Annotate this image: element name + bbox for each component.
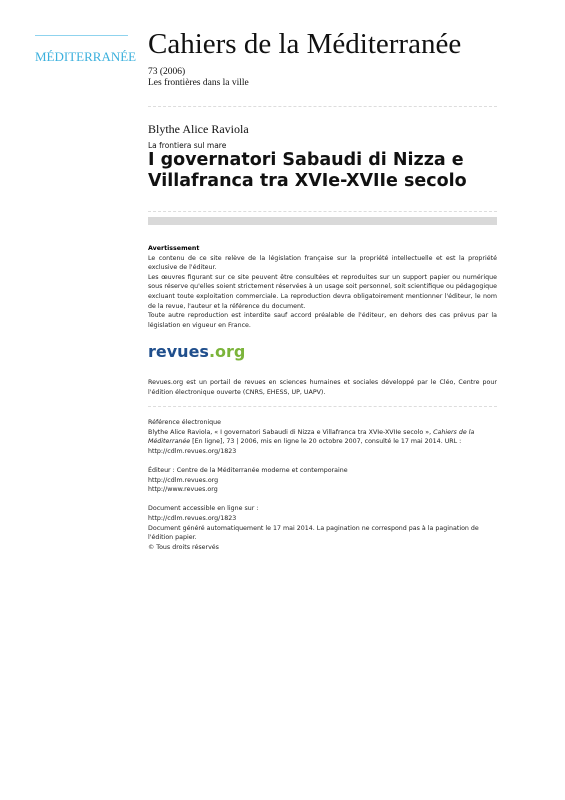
journal-title: Cahiers de la Méditerranée — [148, 28, 462, 60]
author: Blythe Alice Raviola — [148, 122, 249, 136]
pdf-cover-page: MÉDITERRANÉE Cahiers de la Méditerranée … — [0, 0, 565, 800]
revues-logo[interactable]: revues.org — [148, 342, 245, 361]
reference-block: Référence électronique Blythe Alice Ravi… — [148, 418, 497, 552]
warning-paragraph: Toute autre reproduction est interdite s… — [148, 312, 497, 329]
gray-bar — [148, 217, 497, 225]
article-title: I governatori Sabaudi di Nizza e Villafr… — [148, 150, 467, 191]
divider — [148, 406, 497, 407]
citation-text: [En ligne], 73 | 2006, mis en ligne le 2… — [148, 438, 462, 455]
revues-description: Revues.org est un portail de revues en s… — [148, 379, 497, 396]
logo-divider — [35, 35, 128, 36]
citation: Blythe Alice Raviola, « I governatori Sa… — [148, 428, 497, 457]
warning-heading: Avertissement — [148, 245, 200, 252]
access-link[interactable]: http://cdlm.revues.org/1823 — [148, 514, 497, 524]
access-label: Document accessible en ligne sur : — [148, 505, 259, 513]
warning-paragraph: Le contenu de ce site relève de la légis… — [148, 254, 497, 272]
divider — [148, 106, 497, 107]
journal-logo: MÉDITERRANÉE — [35, 49, 137, 64]
warning-block: Avertissement Le contenu de ce site relè… — [148, 244, 497, 330]
issue-number: 73 (2006) — [148, 67, 186, 77]
publisher-link[interactable]: http://cdlm.revues.org — [148, 476, 497, 486]
issue-theme: Les frontières dans la ville — [148, 78, 249, 88]
reference-heading: Référence électronique — [148, 419, 222, 426]
publisher-link[interactable]: http://www.revues.org — [148, 485, 497, 495]
publisher: Éditeur : Centre de la Méditerranée mode… — [148, 466, 348, 474]
rights: © Tous droits réservés — [148, 543, 219, 551]
logo-part: .org — [208, 342, 246, 361]
article-subtitle: La frontiera sul mare — [148, 141, 227, 150]
warning-paragraph: Les œuvres figurant sur ce site peuvent … — [148, 273, 497, 310]
logo-part: revues — [148, 342, 209, 361]
divider — [148, 211, 497, 212]
citation-text: Blythe Alice Raviola, « I governatori Sa… — [148, 428, 434, 436]
generated-note: Document généré automatiquement le 17 ma… — [148, 524, 479, 542]
